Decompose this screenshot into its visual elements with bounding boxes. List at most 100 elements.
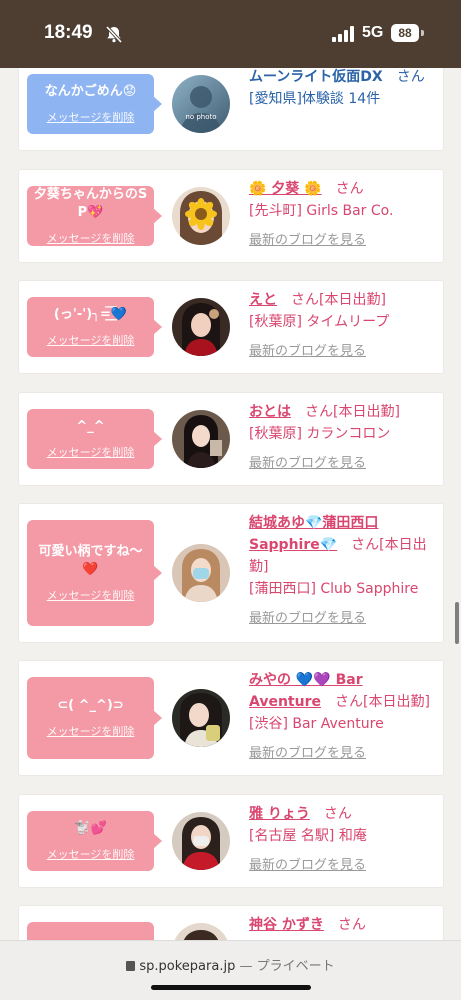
message-card: 🐩💕 メッセージを削除 雅 りょう さん [名古屋 名駅] 和庵最新のブログを見る [19, 795, 443, 887]
honorific-label: さん [323, 806, 352, 822]
message-bubble: 🐩💕 メッセージを削除 [27, 811, 162, 871]
message-bubble [27, 922, 154, 940]
delete-message-link[interactable]: メッセージを削除 [47, 109, 135, 125]
message-card: 可愛い柄ですね〜❤️ メッセージを削除 結城あゆ💎蒲田西口Sapphire💎 さん[… [19, 504, 443, 642]
message-text: ^_^ [76, 419, 105, 434]
honorific-label: さん [351, 537, 380, 553]
latest-blog-link[interactable]: 最新のブログを見る [249, 855, 439, 877]
delete-message-link[interactable]: メッセージを削除 [47, 846, 135, 862]
lock-icon [126, 961, 136, 971]
avatar[interactable] [172, 187, 230, 245]
delete-message-link[interactable]: メッセージを削除 [47, 587, 135, 603]
delete-message-link[interactable]: メッセージを削除 [47, 723, 135, 739]
latest-blog-link[interactable]: 最新のブログを見る [249, 341, 439, 363]
battery-icon: 88 [391, 24, 419, 42]
latest-blog-link[interactable]: 最新のブログを見る [249, 608, 439, 630]
scroll-indicator[interactable] [455, 602, 459, 644]
member-name-link[interactable]: ムーンライト仮面DX [249, 69, 383, 85]
message-text: なんかごめん😟 [44, 84, 137, 99]
honorific-label: さん [335, 181, 364, 197]
address-bar[interactable]: sp.pokepara.jp — プライベート [0, 955, 461, 974]
member-info: 結城あゆ💎蒲田西口Sapphire💎 さん[本日出勤] [蒲田西口] Club S… [249, 512, 439, 630]
message-bubble: ⊂( ^_^)⊃ メッセージを削除 [27, 677, 162, 759]
network-label: 5G [362, 24, 384, 41]
message-card: 神谷 かずき さん [19, 906, 443, 940]
message-card: ⊂( ^_^)⊃ メッセージを削除 みやの 💙💜 Bar Aventure さん[本… [19, 661, 443, 775]
signal-icon [332, 26, 354, 42]
member-info: 🌼 夕葵 🌼 さん [先斗町] Girls Bar Co. 最新のブログを見る [249, 178, 439, 252]
member-name-line: みやの 💙💜 Bar Aventure さん[本日出勤] [249, 669, 439, 713]
honorific-label: さん [334, 694, 363, 710]
member-name-link[interactable]: 🌼 夕葵 🌼 [249, 181, 322, 197]
member-name-line: 雅 りょう さん [249, 803, 439, 825]
working-today-badge: [本日出勤] [333, 404, 400, 420]
shop-label: [名古屋 名駅] 和庵 [249, 828, 367, 844]
silent-bell-icon [105, 25, 123, 44]
svg-text:no photo: no photo [185, 113, 216, 121]
member-info: 雅 りょう さん [名古屋 名駅] 和庵最新のブログを見る [249, 803, 439, 877]
message-card: 夕葵ちゃんからのSP💖 メッセージを削除 🌼 夕葵 🌼 さん [先斗町] Girls … [19, 170, 443, 262]
member-info: みやの 💙💜 Bar Aventure さん[本日出勤] [渋谷] Bar Ave… [249, 669, 439, 765]
latest-blog-link[interactable]: 最新のブログを見る [249, 453, 439, 475]
message-bubble: ^_^ メッセージを削除 [27, 409, 162, 469]
url-domain: sp.pokepara.jp [139, 959, 236, 974]
delete-message-link[interactable]: メッセージを削除 [47, 332, 135, 348]
member-name-link[interactable]: 神谷 かずき [249, 917, 324, 933]
avatar[interactable]: no photo [172, 75, 230, 133]
browser-bottom-bar: sp.pokepara.jp — プライベート [0, 940, 461, 1000]
message-bubble: なんかごめん😟 メッセージを削除 [27, 74, 162, 134]
member-name-line: 🌼 夕葵 🌼 さん [249, 178, 439, 200]
shop-label: [渋谷] Bar Aventure [249, 716, 384, 732]
delete-message-link[interactable]: メッセージを削除 [47, 444, 135, 460]
shop-label: [秋葉原] カランコロン [249, 426, 391, 442]
status-time: 18:49 [44, 22, 93, 43]
working-today-badge: [本日出勤] [362, 694, 430, 710]
member-name-link[interactable]: えと [249, 292, 277, 308]
latest-blog-link[interactable]: 最新のブログを見る [249, 230, 439, 252]
member-info: ムーンライト仮面DX さん [愛知県]体験談 14件 [249, 68, 439, 110]
message-bubble: 夕葵ちゃんからのSP💖 メッセージを削除 [27, 186, 162, 246]
message-text: 可愛い柄ですね〜❤️ [38, 544, 143, 577]
home-indicator[interactable] [151, 985, 311, 990]
honorific-label: さん [396, 69, 425, 85]
shop-label: [蒲田西口] Club Sapphire [249, 581, 419, 597]
member-name-line: えと さん[本日出勤] [249, 289, 439, 311]
avatar[interactable] [172, 410, 230, 468]
member-name-line: 神谷 かずき さん [249, 914, 439, 936]
avatar[interactable] [172, 298, 230, 356]
avatar[interactable] [172, 812, 230, 870]
honorific-label: さん [305, 404, 333, 420]
status-bar: 18:49 5G 88 [0, 0, 461, 68]
member-info: えと さん[本日出勤] [秋葉原] タイムリープ最新のブログを見る [249, 289, 439, 363]
battery-tip [421, 30, 424, 36]
message-text: ⊂( ^_^)⊃ [57, 698, 124, 713]
honorific-label: さん [337, 917, 366, 933]
message-bubble: (っ'-')╮=͟͟͞💙 メッセージを削除 [27, 297, 162, 357]
shop-label: [愛知県]体験談 14件 [249, 91, 381, 107]
avatar[interactable] [172, 689, 230, 747]
honorific-label: さん [291, 292, 319, 308]
message-text: 夕葵ちゃんからのSP💖 [33, 187, 148, 220]
member-name-line: おとは さん[本日出勤] [249, 401, 439, 423]
private-mode-label: プライベート [256, 959, 335, 974]
message-text: 🐩💕 [74, 821, 107, 836]
member-name-link[interactable]: おとは [249, 404, 291, 420]
message-card: ^_^ メッセージを削除 おとは さん[本日出勤] [秋葉原] カランコロン最新のブロ… [19, 393, 443, 485]
working-today-badge: [本日出勤] [319, 292, 386, 308]
member-info: 神谷 かずき さん [249, 914, 439, 936]
message-card: なんかごめん😟 メッセージを削除 no photo ムーンライト仮面DX さん [愛知県… [19, 68, 443, 150]
shop-label: [秋葉原] タイムリープ [249, 314, 390, 330]
delete-message-link[interactable]: メッセージを削除 [47, 230, 135, 246]
message-bubble: 可愛い柄ですね〜❤️ メッセージを削除 [27, 520, 162, 626]
shop-label: [先斗町] Girls Bar Co. [249, 203, 394, 219]
latest-blog-link[interactable]: 最新のブログを見る [249, 743, 439, 765]
avatar[interactable] [172, 544, 230, 602]
member-info: おとは さん[本日出勤] [秋葉原] カランコロン最新のブログを見る [249, 401, 439, 475]
avatar[interactable] [172, 923, 230, 940]
message-list[interactable]: なんかごめん😟 メッセージを削除 no photo ムーンライト仮面DX さん [愛知県… [0, 68, 461, 940]
member-name-link[interactable]: 雅 りょう [249, 806, 310, 822]
message-text: (っ'-')╮=͟͟͞💙 [53, 307, 128, 322]
message-card: (っ'-')╮=͟͟͞💙 メッセージを削除 えと さん[本日出勤] [秋葉原] タイム… [19, 281, 443, 373]
member-name-line: 結城あゆ💎蒲田西口Sapphire💎 さん[本日出勤] [249, 512, 439, 578]
member-name-line: ムーンライト仮面DX さん [249, 68, 439, 88]
